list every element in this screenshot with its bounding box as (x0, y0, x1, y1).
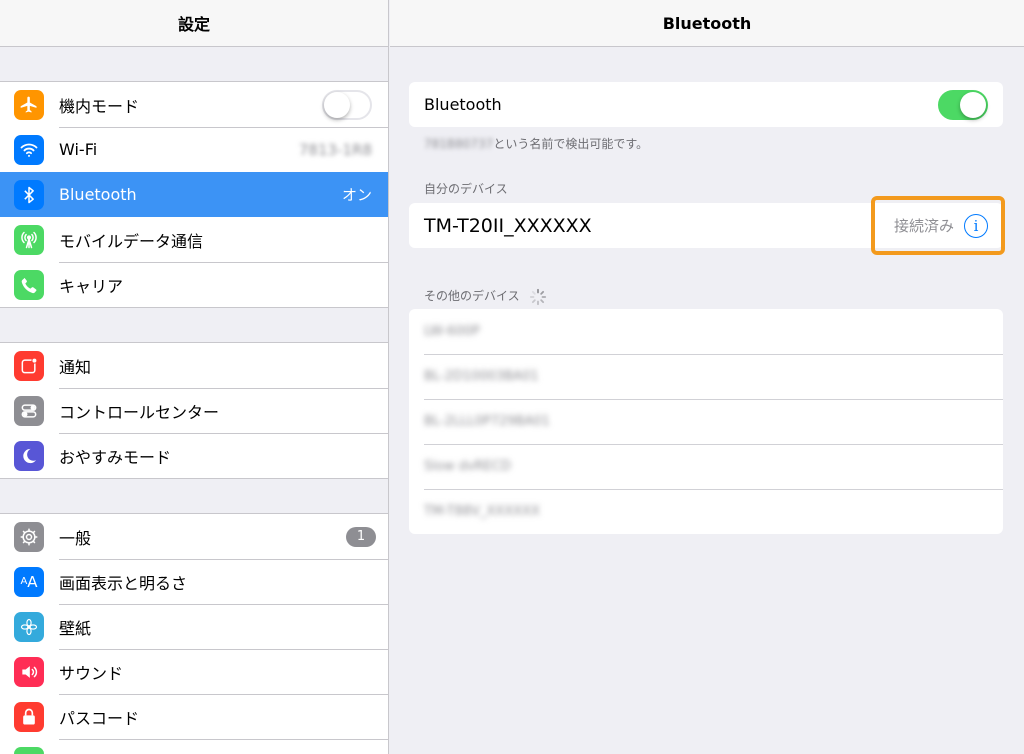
settings-group-connectivity: 機内モード Wi-Fi 7813-1R8 Bluetooth オン モバイルデー… (0, 81, 388, 308)
lock-icon (14, 701, 44, 732)
control-center-icon (14, 395, 44, 426)
other-device-row[interactable]: LW-600P (409, 309, 1003, 354)
bluetooth-toggle-row[interactable]: Bluetooth (409, 82, 1003, 127)
other-device-row[interactable]: BL-2LLL0P729BA01 (409, 399, 1003, 444)
settings-item-label: パスコード (59, 708, 140, 728)
other-device-row[interactable]: TM-T88V_XXXXXX (409, 489, 1003, 534)
settings-item-label: Bluetooth (59, 185, 137, 204)
notification-icon (14, 350, 44, 381)
bluetooth-icon (14, 179, 44, 210)
settings-item-label: おやすみモード (59, 447, 172, 467)
settings-item-bluetooth[interactable]: Bluetooth オン (0, 172, 388, 217)
loading-spinner-icon (530, 288, 547, 305)
settings-item-sounds[interactable]: サウンド (0, 649, 388, 694)
wifi-icon (14, 134, 44, 165)
other-device-name: TM-T88V_XXXXXX (424, 504, 540, 519)
settings-item-control-center[interactable]: コントロールセンター (0, 388, 388, 433)
detail-title: Bluetooth (662, 13, 752, 33)
settings-item-label: 壁紙 (59, 618, 92, 638)
flower-icon (14, 611, 44, 642)
settings-item-wifi[interactable]: Wi-Fi 7813-1R8 (0, 127, 388, 172)
settings-item-passcode[interactable]: パスコード (0, 694, 388, 739)
settings-group-general: 一般 1 AA 画面表示と明るさ 壁紙 サウンド パスコード (0, 513, 388, 754)
settings-item-label: 機内モード (59, 96, 140, 116)
other-device-row[interactable]: BL-2D10003BA01 (409, 354, 1003, 399)
other-devices-card: LW-600P BL-2D10003BA01 BL-2LLL0P729BA01 … (409, 309, 1003, 534)
settings-item-label: モバイルデータ通信 (59, 231, 204, 251)
other-device-name: Slow dvRECD (424, 459, 511, 474)
sidebar-navbar: 設定 (0, 0, 388, 47)
other-devices-caption: その他のデバイス (424, 287, 547, 306)
settings-item-mobile-data[interactable]: モバイルデータ通信 (0, 217, 388, 262)
device-name-blurred: 781B80737 (424, 137, 494, 151)
other-device-name: BL-2D10003BA01 (424, 369, 539, 384)
battery-icon (14, 746, 44, 754)
other-device-row[interactable]: Slow dvRECD (409, 444, 1003, 489)
settings-item-label: 通知 (59, 357, 92, 377)
antenna-icon (14, 224, 44, 255)
settings-sidebar: 設定 機内モード Wi-Fi 7813-1R8 Bluetooth オン モバイ… (0, 0, 389, 754)
settings-item-label: サウンド (59, 663, 124, 683)
other-device-name: LW-600P (424, 324, 480, 339)
other-device-name: BL-2LLL0P729BA01 (424, 414, 550, 429)
settings-group-notifications: 通知 コントロールセンター おやすみモード (0, 342, 388, 479)
settings-item-label: 画面表示と明るさ (59, 573, 188, 593)
update-badge: 1 (346, 526, 376, 547)
sidebar-title: 設定 (177, 15, 210, 34)
gear-icon (14, 521, 44, 552)
settings-item-notifications[interactable]: 通知 (0, 343, 388, 388)
settings-item-label: コントロールセンター (59, 402, 220, 422)
bluetooth-toggle-label: Bluetooth (424, 95, 502, 114)
bluetooth-toggle-card: Bluetooth (409, 82, 1003, 127)
settings-item-do-not-disturb[interactable]: おやすみモード (0, 433, 388, 478)
airplane-icon (14, 89, 44, 120)
settings-item-label: キャリア (59, 276, 124, 296)
text-size-icon: AA (14, 566, 44, 597)
discoverable-text: という名前で検出可能です。 (493, 137, 649, 151)
phone-icon (14, 269, 44, 300)
settings-item-general[interactable]: 一般 1 (0, 514, 388, 559)
my-devices-caption: 自分のデバイス (424, 182, 508, 196)
settings-item-wallpaper[interactable]: 壁紙 (0, 604, 388, 649)
bluetooth-detail-pane: Bluetooth Bluetooth 781B80737という名前で検出可能で… (390, 0, 1024, 754)
bluetooth-toggle[interactable] (938, 89, 988, 120)
settings-item-partial[interactable] (0, 739, 388, 754)
settings-item-airplane-mode[interactable]: 機内モード (0, 82, 388, 127)
speaker-icon (14, 656, 44, 687)
connection-status-highlight (871, 196, 1005, 255)
discoverable-caption: 781B80737という名前で検出可能です。 (424, 135, 648, 152)
settings-item-label: Wi-Fi (59, 140, 98, 159)
settings-item-label: 一般 (59, 528, 92, 548)
other-devices-caption-text: その他のデバイス (424, 289, 520, 303)
bluetooth-status-value: オン (341, 186, 372, 204)
airplane-mode-toggle[interactable] (322, 89, 372, 120)
detail-navbar: Bluetooth (390, 0, 1024, 47)
settings-item-carrier[interactable]: キャリア (0, 262, 388, 307)
wifi-network-name: 7813-1R8 (298, 140, 372, 159)
device-name: TM-T20II_XXXXXX (424, 214, 592, 237)
moon-icon (14, 440, 44, 471)
settings-item-display-brightness[interactable]: AA 画面表示と明るさ (0, 559, 388, 604)
